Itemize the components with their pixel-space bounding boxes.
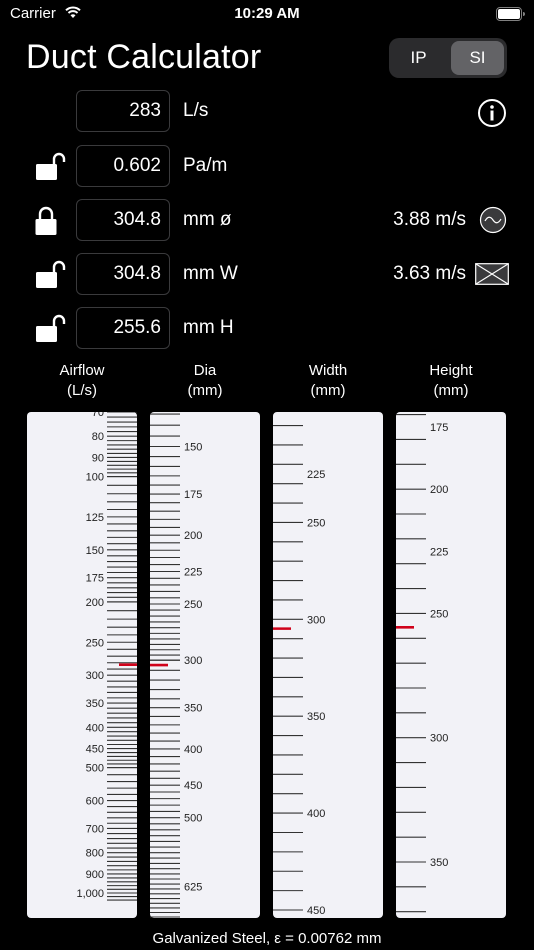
lock-icon[interactable] <box>34 204 66 241</box>
scale-label: 175 <box>184 489 202 501</box>
airflow-input[interactable]: 283 <box>76 90 170 132</box>
scale-label: 450 <box>86 744 104 756</box>
width-unit-label: mm W <box>183 263 238 284</box>
scale-label: 800 <box>86 848 104 860</box>
scale-label: 300 <box>86 670 104 682</box>
scale-label: 70 <box>92 412 104 419</box>
scale-label: 175 <box>86 573 104 585</box>
scale-label: 150 <box>184 442 202 454</box>
friction-input[interactable]: 0.602 <box>76 145 170 187</box>
diameter-input[interactable]: 304.8 <box>76 199 170 241</box>
friction-unit-label: Pa/m <box>183 155 228 176</box>
scale-label: 175 <box>430 422 448 434</box>
scale-label: 200 <box>184 530 202 542</box>
airflow-unit-label: L/s <box>183 100 209 121</box>
column-title: Width <box>308 362 348 379</box>
rect-velocity-label: 3.63 m/s <box>393 263 466 284</box>
width-column-header: Width (mm) <box>273 361 383 401</box>
unlock-icon[interactable] <box>34 259 66 294</box>
round-velocity-label: 3.88 m/s <box>393 209 466 230</box>
scale-label: 625 <box>184 882 202 894</box>
scale-label: 80 <box>92 431 104 443</box>
scale-label: 300 <box>307 614 325 626</box>
units-segmented-control[interactable]: IP SI <box>389 38 507 78</box>
scale-label: 90 <box>92 452 104 464</box>
airflow-column-header: Airflow (L/s) <box>27 361 137 401</box>
height-column-header: Height (mm) <box>396 361 506 401</box>
rectangular-duct-icon <box>475 263 509 290</box>
scale-label: 600 <box>86 796 104 808</box>
width-scale[interactable]: 225 250 300 350 400 450 <box>273 412 383 918</box>
column-unit: (mm) <box>187 382 223 399</box>
column-title: Dia <box>193 362 217 379</box>
si-units-button[interactable]: SI <box>451 41 504 75</box>
scale-label: 300 <box>430 733 448 745</box>
info-icon[interactable] <box>477 98 507 133</box>
scale-label: 200 <box>430 484 448 496</box>
ip-units-button[interactable]: IP <box>392 41 445 75</box>
height-unit-label: mm H <box>183 317 234 338</box>
height-input[interactable]: 255.6 <box>76 307 170 349</box>
column-unit: (mm) <box>433 382 469 399</box>
scale-label: 125 <box>86 512 104 524</box>
scale-label: 300 <box>184 655 202 667</box>
scale-label: 225 <box>184 567 202 579</box>
scale-label: 500 <box>86 763 104 775</box>
round-duct-icon <box>479 206 507 239</box>
dia-column-header: Dia (mm) <box>150 361 260 401</box>
airflow-scale[interactable]: 70 80 90 100 125 150 175 200 250 300 350 400 450 500 6… <box>27 412 137 918</box>
dia-scale[interactable]: 150 175 200 225 250 300 350 400 450 500 625 <box>150 412 260 918</box>
scale-label: 500 <box>184 813 202 825</box>
app-title: Duct Calculator <box>26 38 262 76</box>
scale-label: 400 <box>307 808 325 820</box>
scale-label: 250 <box>430 608 448 620</box>
scale-label: 400 <box>86 722 104 734</box>
status-time: 10:29 AM <box>234 5 300 22</box>
scale-label: 225 <box>430 546 448 558</box>
scale-label: 250 <box>184 599 202 611</box>
scale-label: 1,000 <box>76 888 104 900</box>
scale-label: 225 <box>307 469 325 481</box>
scale-label: 200 <box>86 597 104 609</box>
column-title: Height <box>429 362 473 379</box>
scale-label: 900 <box>86 869 104 881</box>
scale-label: 400 <box>184 744 202 756</box>
material-footer: Galvanized Steel, ε = 0.00762 mm <box>152 930 382 947</box>
scale-label: 250 <box>86 637 104 649</box>
column-title: Airflow <box>59 362 105 379</box>
column-unit: (mm) <box>310 382 346 399</box>
scale-label: 150 <box>86 545 104 557</box>
unlock-icon[interactable] <box>34 151 66 186</box>
width-input[interactable]: 304.8 <box>76 253 170 295</box>
scale-label: 100 <box>86 472 104 484</box>
scale-label: 700 <box>86 823 104 835</box>
column-unit: (L/s) <box>67 382 97 399</box>
height-scale[interactable]: 175 200 225 250 300 350 <box>396 412 506 918</box>
scale-label: 450 <box>307 905 325 917</box>
scale-label: 350 <box>86 698 104 710</box>
diameter-unit-label: mm ø <box>183 209 232 230</box>
scale-label: 350 <box>307 711 325 723</box>
scale-label: 350 <box>430 857 448 869</box>
battery-icon <box>496 7 526 26</box>
unlock-icon[interactable] <box>34 313 66 348</box>
scale-label: 350 <box>184 703 202 715</box>
scale-label: 250 <box>307 517 325 529</box>
scale-label: 450 <box>184 780 202 792</box>
